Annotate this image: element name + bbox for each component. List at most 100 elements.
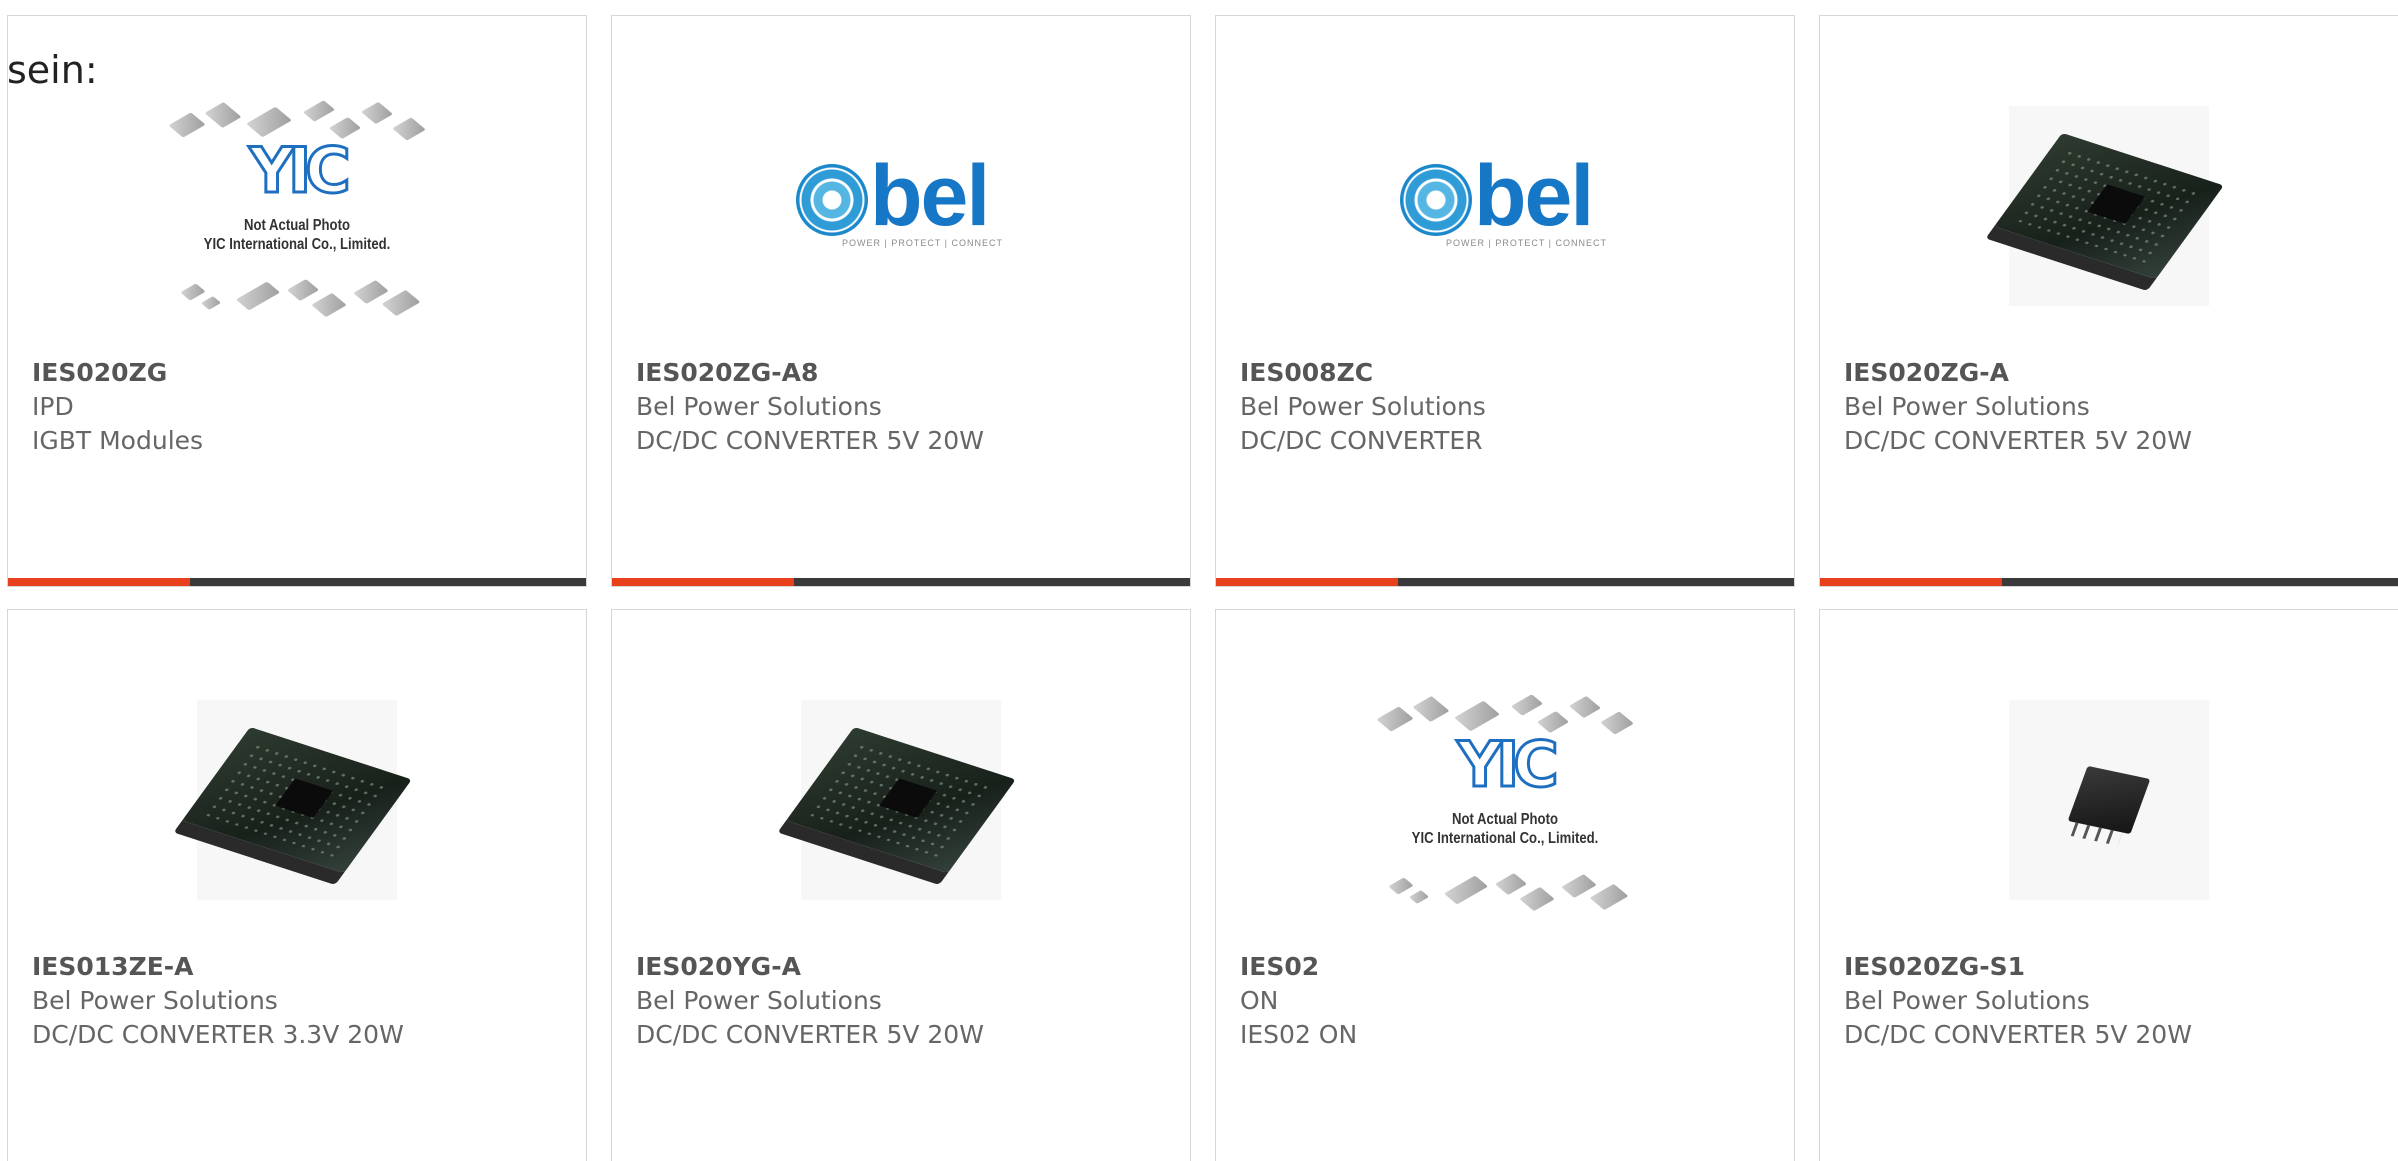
- bel-wordmark: bel: [1474, 148, 1594, 244]
- pcb-board-image: [182, 700, 412, 900]
- bel-tagline: POWER | PROTECT | CONNECT: [1446, 238, 1608, 248]
- chip-icon: [1510, 694, 1544, 716]
- product-info: IES008ZC Bel Power Solutions DC/DC CONVE…: [1240, 356, 1486, 458]
- bel-logo-image: bel POWER | PROTECT | CONNECT: [796, 148, 1006, 254]
- part-number[interactable]: IES020YG-A: [636, 950, 984, 984]
- product-info: IES013ZE-A Bel Power Solutions DC/DC CON…: [32, 950, 404, 1052]
- chip-icon: [286, 279, 320, 301]
- chip-icon: [235, 281, 281, 311]
- pcb-board-image: [1994, 106, 2224, 306]
- product-description: IGBT Modules: [32, 426, 204, 455]
- manufacturer: Bel Power Solutions: [636, 392, 882, 421]
- chip-icon: [381, 289, 421, 317]
- intro-text: sein:: [7, 48, 98, 92]
- card-accent-bar: [612, 578, 794, 586]
- product-card[interactable]: YIC Not Actual Photo YIC International C…: [1215, 609, 1795, 1161]
- product-image[interactable]: YIC Not Actual Photo YIC International C…: [8, 56, 586, 356]
- product-image[interactable]: bel POWER | PROTECT | CONNECT: [1216, 56, 1794, 356]
- chip-icon: [1600, 711, 1634, 735]
- manufacturer: Bel Power Solutions: [636, 986, 882, 1015]
- placeholder-caption: Not Actual Photo YIC International Co., …: [1411, 811, 1599, 847]
- card-bottom-bar: [1820, 578, 2398, 586]
- yic-placeholder-image: YIC Not Actual Photo YIC International C…: [1370, 680, 1640, 920]
- chip-icon: [1412, 695, 1450, 723]
- chip-icon: [1569, 695, 1601, 719]
- yic-logo-icon: YIC: [1456, 728, 1560, 801]
- chip-icon: [392, 117, 426, 141]
- placeholder-caption: Not Actual Photo YIC International Co., …: [203, 217, 391, 253]
- product-info: IES020ZG-A8 Bel Power Solutions DC/DC CO…: [636, 356, 984, 458]
- product-image[interactable]: [1820, 650, 2398, 950]
- product-card[interactable]: bel POWER | PROTECT | CONNECT IES008ZC B…: [1215, 15, 1795, 587]
- chip-icon: [302, 100, 336, 122]
- pcb-board-image: [786, 700, 1016, 900]
- card-bottom-bar: [612, 578, 1190, 586]
- chip-icon: [1376, 706, 1414, 732]
- yic-placeholder-image: YIC Not Actual Photo YIC International C…: [162, 86, 432, 326]
- chip-icon: [180, 283, 206, 301]
- product-card[interactable]: IES013ZE-A Bel Power Solutions DC/DC CON…: [7, 609, 587, 1161]
- chip-icon: [1408, 890, 1430, 904]
- product-description: DC/DC CONVERTER 5V 20W: [636, 1020, 984, 1049]
- chip-icon: [1494, 873, 1528, 895]
- part-number[interactable]: IES013ZE-A: [32, 950, 404, 984]
- chip-icon: [1443, 875, 1489, 905]
- dc-module-image: [2009, 700, 2209, 900]
- part-number[interactable]: IES020ZG-A8: [636, 356, 984, 390]
- product-image[interactable]: YIC Not Actual Photo YIC International C…: [1216, 650, 1794, 950]
- bel-wordmark: bel: [870, 148, 990, 244]
- card-accent-bar: [1216, 578, 1398, 586]
- chip-icon: [204, 101, 242, 129]
- card-bottom-bar: [8, 578, 586, 586]
- chip-icon: [353, 280, 389, 304]
- product-grid: YIC Not Actual Photo YIC International C…: [7, 15, 2398, 1161]
- product-info: IES020ZG-S1 Bel Power Solutions DC/DC CO…: [1844, 950, 2192, 1052]
- chip-icon: [1519, 886, 1555, 912]
- part-number[interactable]: IES020ZG-A: [1844, 356, 2192, 390]
- product-description: DC/DC CONVERTER 5V 20W: [1844, 1020, 2192, 1049]
- product-image[interactable]: [612, 650, 1190, 950]
- part-number[interactable]: IES02: [1240, 950, 1357, 984]
- product-image[interactable]: [1820, 56, 2398, 356]
- manufacturer: IPD: [32, 392, 74, 421]
- bel-flower-icon: [1400, 164, 1472, 236]
- product-description: DC/DC CONVERTER 5V 20W: [1844, 426, 2192, 455]
- product-description: DC/DC CONVERTER: [1240, 426, 1483, 455]
- chip-icon: [1589, 883, 1629, 911]
- product-card[interactable]: YIC Not Actual Photo YIC International C…: [7, 15, 587, 587]
- chip-icon: [168, 112, 206, 138]
- chip-icon: [246, 106, 292, 138]
- part-number[interactable]: IES008ZC: [1240, 356, 1486, 390]
- chip-icon: [1561, 874, 1597, 898]
- bel-tagline: POWER | PROTECT | CONNECT: [842, 238, 1004, 248]
- product-listing-page: sein: YIC Not Actual Photo YIC Internati…: [0, 0, 2398, 1161]
- manufacturer: Bel Power Solutions: [1844, 392, 2090, 421]
- chip-icon: [361, 101, 393, 125]
- product-info: IES020ZG IPD IGBT Modules: [32, 356, 203, 458]
- bel-logo-image: bel POWER | PROTECT | CONNECT: [1400, 148, 1610, 254]
- part-number[interactable]: IES020ZG: [32, 356, 203, 390]
- product-card[interactable]: IES020ZG-A Bel Power Solutions DC/DC CON…: [1819, 15, 2398, 587]
- product-description: DC/DC CONVERTER 3.3V 20W: [32, 1020, 404, 1049]
- manufacturer: Bel Power Solutions: [1844, 986, 2090, 1015]
- product-image[interactable]: [8, 650, 586, 950]
- bel-flower-icon: [796, 164, 868, 236]
- chip-icon: [200, 296, 222, 310]
- product-description: IES02 ON: [1240, 1020, 1358, 1049]
- product-info: IES02 ON IES02 ON: [1240, 950, 1357, 1052]
- card-bottom-bar: [1216, 578, 1794, 586]
- chip-icon: [311, 292, 347, 318]
- product-card[interactable]: IES020ZG-S1 Bel Power Solutions DC/DC CO…: [1819, 609, 2398, 1161]
- manufacturer: ON: [1240, 986, 1279, 1015]
- manufacturer: Bel Power Solutions: [32, 986, 278, 1015]
- chip-icon: [1454, 700, 1500, 732]
- product-card[interactable]: bel POWER | PROTECT | CONNECT IES020ZG-A…: [611, 15, 1191, 587]
- card-accent-bar: [8, 578, 190, 586]
- chip-icon: [1388, 877, 1414, 895]
- manufacturer: Bel Power Solutions: [1240, 392, 1486, 421]
- card-accent-bar: [1820, 578, 2002, 586]
- product-image[interactable]: bel POWER | PROTECT | CONNECT: [612, 56, 1190, 356]
- product-card[interactable]: IES020YG-A Bel Power Solutions DC/DC CON…: [611, 609, 1191, 1161]
- part-number[interactable]: IES020ZG-S1: [1844, 950, 2192, 984]
- product-description: DC/DC CONVERTER 5V 20W: [636, 426, 984, 455]
